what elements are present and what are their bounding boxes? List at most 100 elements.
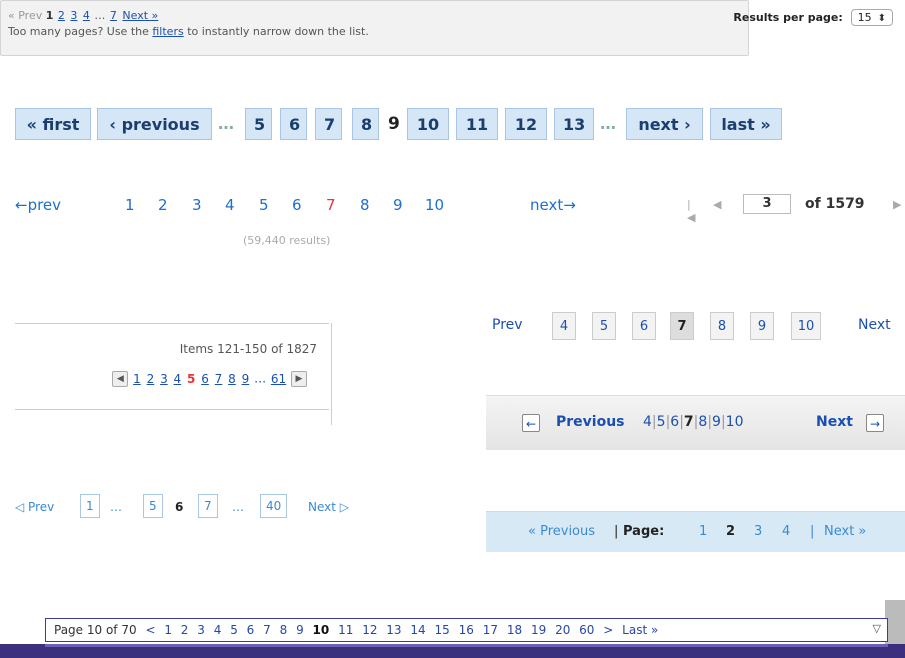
dropdown-arrow-icon[interactable]: ▽ [873, 622, 881, 635]
page-box-5[interactable]: 5 [143, 494, 163, 518]
page-box-8[interactable]: 8 [710, 312, 734, 340]
page-link-4[interactable]: 4 [174, 372, 182, 386]
page-number-input[interactable]: 3 [743, 194, 791, 214]
next-link[interactable]: Next » [122, 9, 158, 22]
page-link-4[interactable]: 4 [214, 623, 222, 637]
page-link-11[interactable]: 11 [338, 623, 353, 637]
page-button-6[interactable]: 6 [280, 108, 307, 140]
next-link[interactable]: next→ [530, 196, 576, 214]
next-link[interactable]: Next » [824, 524, 866, 539]
page-box-10[interactable]: 10 [791, 312, 821, 340]
page-link-9[interactable]: 9 [242, 372, 250, 386]
prev-link[interactable]: ←prev [15, 196, 61, 214]
page-link-7[interactable]: 7 [263, 623, 271, 637]
page-link-13[interactable]: 13 [386, 623, 401, 637]
page-link-6[interactable]: 6 [201, 372, 209, 386]
page-link-5[interactable]: 5 [657, 414, 666, 430]
page-box-40[interactable]: 40 [260, 494, 288, 518]
page-link-9[interactable]: 9 [393, 196, 403, 214]
page-link-18[interactable]: 18 [507, 623, 522, 637]
right-arrow-icon[interactable]: → [866, 414, 884, 432]
page-link-1[interactable]: 1 [125, 196, 135, 214]
last-button[interactable]: last » [710, 108, 782, 140]
prev-arrow-icon[interactable]: ◀ [112, 371, 129, 387]
next-link[interactable]: Next [858, 317, 891, 333]
page-button-12[interactable]: 12 [505, 108, 547, 140]
page-button-10[interactable]: 10 [407, 108, 449, 140]
page-link-9[interactable]: 9 [712, 414, 721, 430]
page-link-3[interactable]: 3 [192, 196, 202, 214]
page-button-5[interactable]: 5 [245, 108, 272, 140]
first-page-icon[interactable]: |◀ [687, 198, 695, 224]
page-link-61[interactable]: 61 [271, 372, 286, 386]
page-link-4[interactable]: 4 [83, 9, 90, 22]
page-link-12[interactable]: 12 [362, 623, 377, 637]
page-link-7[interactable]: 7 [110, 9, 117, 22]
page-link-7[interactable]: 7 [215, 372, 223, 386]
previous-button[interactable]: ‹ previous [97, 108, 212, 140]
next-link[interactable]: Next [816, 414, 853, 430]
page-link-4[interactable]: 4 [643, 414, 652, 430]
page-box-1[interactable]: 1 [80, 494, 100, 518]
previous-link[interactable]: Previous [556, 414, 625, 430]
page-box-7[interactable]: 7 [198, 494, 218, 518]
page-link-3[interactable]: 3 [160, 372, 168, 386]
page-button-7[interactable]: 7 [315, 108, 342, 140]
page-link-10[interactable]: 10 [425, 196, 444, 214]
page-box-4[interactable]: 4 [552, 312, 576, 340]
page-link-8[interactable]: 8 [698, 414, 707, 430]
filters-link[interactable]: filters [152, 25, 183, 38]
ellipsis-right: … [232, 500, 244, 514]
page-button-11[interactable]: 11 [456, 108, 498, 140]
next-button[interactable]: next › [626, 108, 703, 140]
next-arrow-icon[interactable]: ▶ [291, 371, 307, 387]
last-link[interactable]: Last » [622, 623, 658, 637]
page-link-4[interactable]: 4 [782, 524, 790, 539]
page-link-2[interactable]: 2 [147, 372, 155, 386]
page-link-3[interactable]: 3 [197, 623, 205, 637]
page-link-2[interactable]: 2 [181, 623, 189, 637]
left-arrow-icon[interactable]: ← [522, 414, 540, 432]
results-count: (59,440 results) [243, 234, 331, 247]
next-link[interactable]: Next ▷ [308, 500, 349, 514]
page-link-2[interactable]: 2 [58, 9, 65, 22]
page-link-8[interactable]: 8 [228, 372, 236, 386]
page-link-60[interactable]: 60 [579, 623, 594, 637]
page-link-1[interactable]: 1 [133, 372, 141, 386]
page-link-6[interactable]: 6 [670, 414, 679, 430]
page-box-6[interactable]: 6 [632, 312, 656, 340]
page-box-9[interactable]: 9 [750, 312, 774, 340]
page-link-15[interactable]: 15 [435, 623, 450, 637]
page-link-9[interactable]: 9 [296, 623, 304, 637]
page-link-20[interactable]: 20 [555, 623, 570, 637]
prev-link[interactable]: ◁ Prev [15, 500, 54, 514]
first-button[interactable]: « first [15, 108, 91, 140]
page-link-3[interactable]: 3 [70, 9, 77, 22]
page-link-8[interactable]: 8 [280, 623, 288, 637]
page-link-4[interactable]: 4 [225, 196, 235, 214]
page-link-8[interactable]: 8 [360, 196, 370, 214]
page-link-5[interactable]: 5 [230, 623, 238, 637]
page-link-2[interactable]: 2 [158, 196, 168, 214]
page-link-14[interactable]: 14 [410, 623, 425, 637]
page-link-16[interactable]: 16 [459, 623, 474, 637]
page-link-17[interactable]: 17 [483, 623, 498, 637]
page-link-1[interactable]: 1 [164, 623, 172, 637]
page-link-3[interactable]: 3 [754, 524, 762, 539]
page-link-6[interactable]: 6 [247, 623, 255, 637]
page-button-8[interactable]: 8 [352, 108, 379, 140]
page-box-5[interactable]: 5 [592, 312, 616, 340]
next-link[interactable]: > [603, 623, 613, 637]
previous-link[interactable]: « Previous [528, 524, 595, 539]
page-button-13[interactable]: 13 [554, 108, 594, 140]
prev-link[interactable]: Prev [492, 317, 523, 333]
page-link-19[interactable]: 19 [531, 623, 546, 637]
prev-link[interactable]: < [145, 623, 155, 637]
next-page-icon[interactable]: ▶ [893, 198, 901, 211]
prev-page-icon[interactable]: ◀ [713, 198, 721, 211]
results-per-page-select[interactable]: 15 ⬍ [850, 9, 893, 26]
page-link-1[interactable]: 1 [699, 524, 707, 539]
page-link-6[interactable]: 6 [292, 196, 302, 214]
page-link-10[interactable]: 10 [726, 414, 744, 430]
page-link-5[interactable]: 5 [259, 196, 269, 214]
